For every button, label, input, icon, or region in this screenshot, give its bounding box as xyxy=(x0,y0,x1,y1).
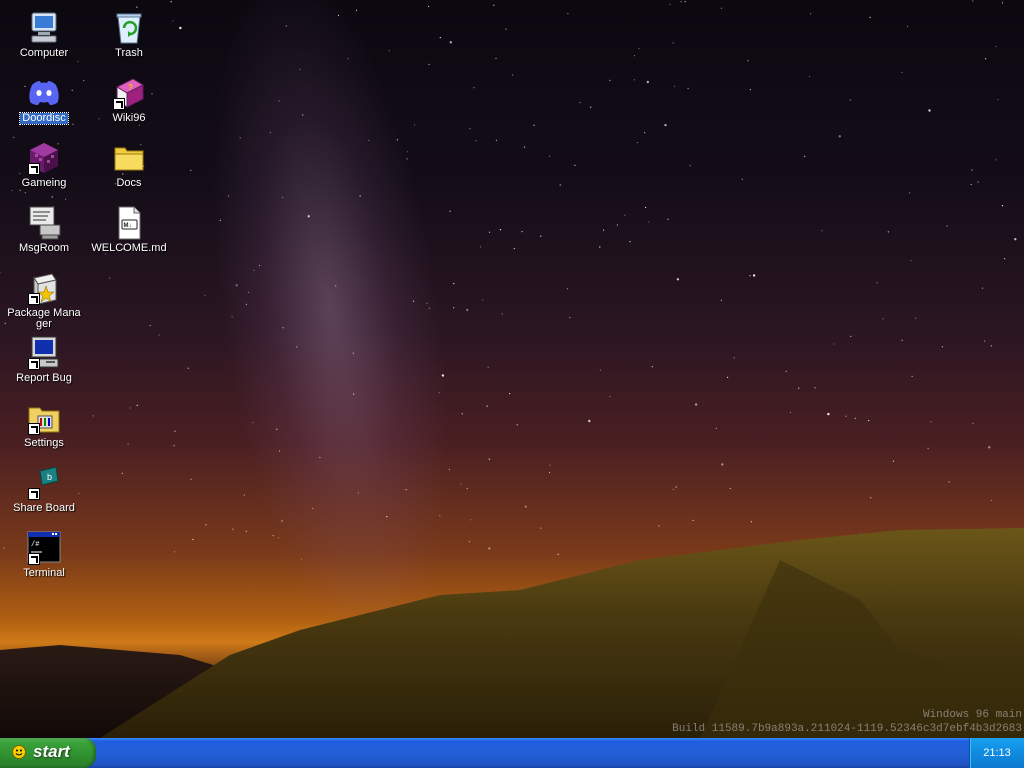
game-cube-icon xyxy=(26,140,62,176)
icon-label: Trash xyxy=(115,47,143,59)
taskbar: start 21:13 xyxy=(0,738,1024,768)
system-tray: 21:13 xyxy=(969,738,1024,768)
icon-label: Docs xyxy=(116,177,142,189)
chat-computer-icon xyxy=(26,205,62,241)
package-icon xyxy=(26,270,62,306)
shortcut-arrow-icon xyxy=(28,163,40,175)
shortcut-arrow-icon xyxy=(113,98,125,110)
desktop-icon-share-board[interactable]: b Share Board xyxy=(4,465,84,514)
share-board-icon: b xyxy=(26,465,62,501)
shortcut-arrow-icon xyxy=(28,488,40,500)
desktop-icon-computer[interactable]: Computer xyxy=(4,10,84,59)
shortcut-arrow-icon xyxy=(28,358,40,370)
book-icon: ? xyxy=(111,75,147,111)
clock[interactable]: 21:13 xyxy=(970,747,1024,759)
shortcut-arrow-icon xyxy=(28,423,40,435)
desktop-icon-settings[interactable]: Settings xyxy=(4,400,84,449)
start-label: start xyxy=(33,742,70,761)
icon-label: Settings xyxy=(24,437,64,449)
svg-text:?: ? xyxy=(128,83,133,92)
desktop-icon-trash[interactable]: Trash xyxy=(89,10,169,59)
desktop-icon-docs[interactable]: Docs xyxy=(89,140,169,189)
terminal-icon: /# xyxy=(26,530,62,566)
icon-label: Gameing xyxy=(21,177,67,189)
markdown-file-icon: M↓ xyxy=(111,205,147,241)
desktop[interactable]: Computer Doordisc Gameing MsgRoom Packag… xyxy=(0,0,1024,738)
desktop-icon-msgroom[interactable]: MsgRoom xyxy=(4,205,84,254)
icon-label: Doordisc xyxy=(19,112,69,125)
build-watermark: Windows 96 main Build 11589.7b9a893a.211… xyxy=(672,708,1022,736)
start-button[interactable]: start xyxy=(0,738,96,768)
icon-label: Wiki96 xyxy=(112,112,146,124)
svg-text:M↓: M↓ xyxy=(124,223,132,229)
icon-label: MsgRoom xyxy=(18,242,70,254)
settings-folder-icon xyxy=(26,400,62,436)
shortcut-arrow-icon xyxy=(28,553,40,565)
icon-label: Report Bug xyxy=(16,372,72,384)
smiley-icon xyxy=(12,745,26,759)
icon-label: Terminal xyxy=(23,567,65,579)
icon-label: Computer xyxy=(19,47,69,59)
desktop-icon-report-bug[interactable]: Report Bug xyxy=(4,335,84,384)
discord-icon xyxy=(26,75,62,111)
svg-text:b: b xyxy=(47,472,52,482)
desktop-icon-terminal[interactable]: /# Terminal xyxy=(4,530,84,579)
icon-label: Package Manager xyxy=(7,307,81,330)
watermark-product: Windows 96 main xyxy=(922,709,1022,721)
shortcut-arrow-icon xyxy=(28,293,40,305)
desktop-icon-gameing[interactable]: Gameing xyxy=(4,140,84,189)
mountain-silhouette xyxy=(0,528,1024,738)
desktop-icon-welcome-md[interactable]: M↓ WELCOME.md xyxy=(89,205,169,254)
icon-label: Share Board xyxy=(13,502,75,514)
icon-label: WELCOME.md xyxy=(91,242,167,254)
watermark-build: Build 11589.7b9a893a.211024-1119.52346c3… xyxy=(672,723,1022,735)
computer-icon xyxy=(26,10,62,46)
desktop-icon-package-manager[interactable]: Package Manager xyxy=(4,270,84,330)
recycle-bin-icon xyxy=(111,10,147,46)
desktop-icon-wiki96[interactable]: ? Wiki96 xyxy=(89,75,169,124)
desktop-icon-doordisc[interactable]: Doordisc xyxy=(4,75,84,125)
report-computer-icon xyxy=(26,335,62,371)
svg-text:/#: /# xyxy=(31,541,39,549)
folder-icon xyxy=(111,140,147,176)
